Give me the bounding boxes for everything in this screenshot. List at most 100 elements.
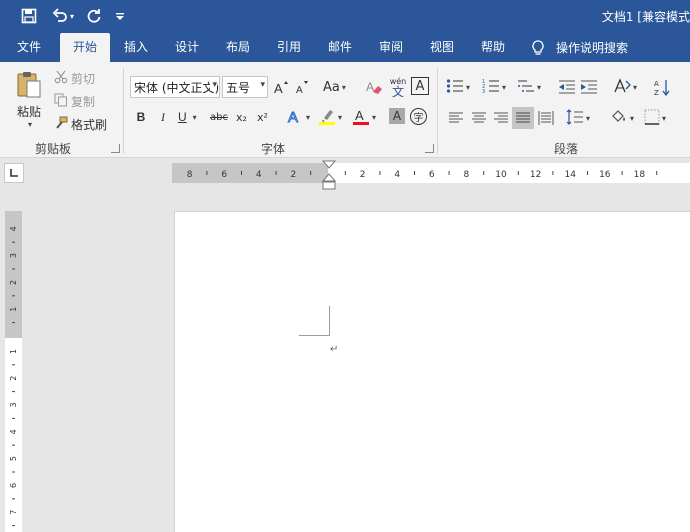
horizontal-ruler-ticks: 8 6 4 2 2 4 6 8 10 12 14 16 18 — [187, 170, 658, 180]
svg-text:Z: Z — [654, 89, 659, 96]
highlight-button[interactable]: ▾ — [318, 106, 342, 128]
superscript-label: x² — [257, 110, 268, 124]
strikethrough-label: abc — [210, 111, 228, 123]
tell-me-search[interactable]: 操作说明搜索 — [532, 33, 628, 62]
justify-icon[interactable] — [512, 107, 534, 129]
tab-stop-selector[interactable] — [4, 163, 24, 183]
tab-view[interactable]: 视图 — [420, 33, 464, 62]
numbering-button[interactable]: 123 ▾ — [482, 76, 506, 98]
line-spacing-button[interactable]: ▾ — [566, 107, 590, 129]
ruler-label: 10 — [495, 170, 507, 180]
tab-design[interactable]: 设计 — [165, 33, 209, 62]
superscript-button[interactable]: x² — [257, 107, 268, 127]
distributed-align-icon[interactable] — [536, 107, 556, 129]
decrease-indent-icon[interactable] — [557, 76, 577, 98]
tab-review[interactable]: 审阅 — [369, 33, 413, 62]
multilevel-list-button[interactable]: ▾ — [517, 76, 541, 98]
vertical-ruler-ticks: 432112345678 — [9, 226, 18, 527]
clear-formatting-icon[interactable]: A — [364, 76, 386, 98]
font-name-dropdown-icon: ▾ — [210, 80, 217, 90]
tab-insert[interactable]: 插入 — [114, 33, 158, 62]
change-case-button[interactable]: Aa ▾ — [323, 77, 346, 97]
text-effects-button[interactable]: A ▾ — [286, 106, 311, 128]
ruler-label: 6 — [221, 170, 227, 180]
horizontal-ruler[interactable]: 8 6 4 2 2 4 6 8 10 12 14 16 18 — [172, 163, 690, 183]
chinese-layout-button[interactable]: ▾ — [613, 76, 637, 98]
indent-markers[interactable] — [321, 160, 337, 190]
ribbon-tabs: 文件 开始 插入 设计 布局 引用 邮件 审阅 视图 帮助 操作说明搜索 — [0, 33, 690, 62]
strikethrough-button[interactable]: abc — [210, 107, 228, 127]
shading-button[interactable]: ▾ — [610, 107, 634, 129]
cut-button[interactable]: 剪切 — [54, 69, 95, 87]
paste-dropdown-icon: ▾ — [27, 119, 32, 129]
clipboard-launcher-icon[interactable] — [111, 144, 120, 153]
copy-button[interactable]: 复制 — [54, 92, 95, 110]
ruler-label: 7 — [9, 510, 18, 515]
undo-button[interactable]: ▾ — [48, 5, 78, 27]
change-case-dropdown-icon: ▾ — [341, 82, 346, 92]
tab-help[interactable]: 帮助 — [471, 33, 515, 62]
word-window: ▾ 文档1 [兼容模式 文件 开始 插入 设计 布局 引用 邮件 审阅 视图 帮… — [0, 0, 690, 532]
format-painter-label: 格式刷 — [71, 117, 108, 132]
font-size-dropdown-icon: ▾ — [260, 80, 265, 90]
align-right-icon[interactable] — [491, 107, 511, 129]
tab-references[interactable]: 引用 — [267, 33, 311, 62]
paragraph-mark: ↵ — [330, 344, 339, 355]
underline-label: U — [178, 110, 187, 124]
sort-icon[interactable]: AZ — [652, 76, 672, 98]
subscript-button[interactable]: x₂ — [236, 107, 247, 127]
font-color-button[interactable]: A ▾ — [352, 106, 376, 128]
save-icon[interactable] — [18, 5, 40, 27]
paint-bucket-icon — [610, 109, 628, 128]
underline-button[interactable]: U ▾ — [178, 107, 197, 127]
ruler-label: 3 — [9, 253, 18, 258]
document-page[interactable]: ↵ — [174, 211, 690, 532]
redo-icon[interactable] — [84, 5, 104, 27]
margin-crop-mark — [299, 306, 330, 336]
grow-font-icon[interactable]: A — [273, 77, 289, 97]
shrink-font-icon[interactable]: A — [294, 77, 310, 97]
tab-home[interactable]: 开始 — [60, 33, 110, 62]
ruler-label: 2 — [291, 170, 297, 180]
align-left-icon[interactable] — [446, 107, 466, 129]
customize-qat-icon[interactable] — [112, 5, 128, 27]
vertical-ruler[interactable]: 432112345678 — [5, 211, 22, 532]
font-color-dropdown-icon: ▾ — [372, 112, 377, 122]
font-name-combo[interactable]: 宋体 (中文正文) ▾ — [130, 76, 220, 98]
phonetic-guide-button[interactable]: wén 文 — [388, 74, 408, 100]
format-painter-button[interactable]: 格式刷 — [54, 115, 107, 133]
change-case-label: Aa — [323, 79, 340, 95]
tab-mailings[interactable]: 邮件 — [318, 33, 362, 62]
lightbulb-icon — [532, 39, 544, 56]
character-border-button[interactable]: A — [411, 77, 429, 95]
underline-dropdown-icon: ▾ — [192, 112, 197, 122]
font-launcher-icon[interactable] — [425, 144, 434, 153]
undo-icon — [52, 7, 68, 26]
multilevel-list-dropdown-icon: ▾ — [537, 82, 542, 92]
enclose-characters-button[interactable]: 字 — [410, 108, 427, 125]
ruler-label: 18 — [634, 170, 646, 180]
tab-file[interactable]: 文件 — [6, 33, 52, 62]
text-effects-dropdown-icon: ▾ — [306, 112, 311, 122]
paste-button[interactable]: 粘贴 ▾ — [8, 68, 50, 130]
numbering-icon: 123 — [482, 78, 500, 97]
bullets-icon — [446, 78, 464, 97]
bold-button[interactable]: B — [133, 107, 149, 127]
align-center-icon[interactable] — [469, 107, 489, 129]
ruler-label: 16 — [599, 170, 611, 180]
ruler-label: 5 — [9, 456, 18, 461]
ruler-label: 2 — [9, 376, 18, 381]
borders-button[interactable]: ▾ — [644, 107, 666, 129]
character-shading-button[interactable]: A — [389, 108, 405, 124]
bullets-button[interactable]: ▾ — [446, 76, 470, 98]
italic-button[interactable]: I — [155, 107, 171, 127]
character-shading-char: A — [392, 109, 402, 123]
increase-indent-icon[interactable] — [579, 76, 599, 98]
font-size-combo[interactable]: 五号 ▾ — [222, 76, 268, 98]
bold-label: B — [136, 110, 146, 124]
copy-label: 复制 — [71, 94, 96, 109]
tab-layout[interactable]: 布局 — [216, 33, 260, 62]
italic-label: I — [161, 109, 165, 124]
ruler-label: 14 — [564, 170, 576, 180]
paste-label: 粘贴 — [16, 104, 41, 119]
